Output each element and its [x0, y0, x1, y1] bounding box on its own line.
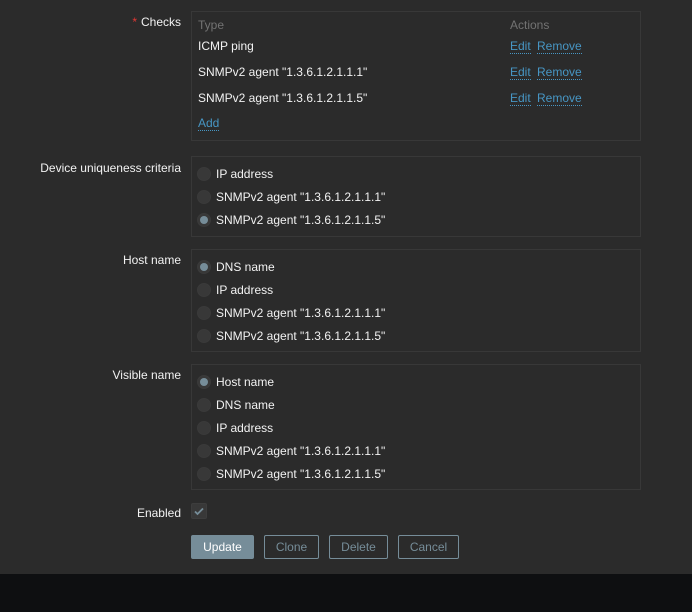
visible-name-label: Visible name: [112, 368, 181, 382]
remove-link[interactable]: Remove: [537, 39, 582, 54]
edit-link[interactable]: Edit: [510, 39, 531, 54]
radio-option[interactable]: SNMPv2 agent "1.3.6.1.2.1.1.5": [197, 327, 385, 345]
radio-option[interactable]: DNS name: [197, 396, 275, 414]
clone-button[interactable]: Clone: [264, 535, 319, 559]
remove-link[interactable]: Remove: [537, 65, 582, 80]
col-type: Type: [198, 18, 225, 32]
radio-button[interactable]: [197, 444, 211, 458]
radio-option[interactable]: IP address: [197, 281, 273, 299]
radio-option[interactable]: IP address: [197, 165, 273, 183]
radio-option[interactable]: DNS name: [197, 258, 275, 276]
radio-label: SNMPv2 agent "1.3.6.1.2.1.1.1": [216, 190, 386, 204]
cancel-button[interactable]: Cancel: [398, 535, 459, 559]
radio-button[interactable]: [197, 213, 211, 227]
radio-button[interactable]: [197, 329, 211, 343]
page-footer: [0, 574, 692, 612]
radio-button[interactable]: [197, 283, 211, 297]
radio-option[interactable]: IP address: [197, 419, 273, 437]
radio-option[interactable]: SNMPv2 agent "1.3.6.1.2.1.1.5": [197, 465, 385, 483]
radio-label: IP address: [216, 167, 274, 181]
radio-button[interactable]: [197, 306, 211, 320]
radio-button[interactable]: [197, 167, 211, 181]
radio-button[interactable]: [197, 190, 211, 204]
radio-label: Host name: [216, 375, 275, 389]
radio-label: SNMPv2 agent "1.3.6.1.2.1.1.1": [216, 444, 386, 458]
radio-label: SNMPv2 agent "1.3.6.1.2.1.1.5": [216, 329, 386, 343]
checks-table: Type Actions ICMP ping Edit Remove SNMPv…: [191, 11, 641, 141]
radio-button[interactable]: [197, 260, 211, 274]
radio-button[interactable]: [197, 467, 211, 481]
update-button[interactable]: Update: [191, 535, 254, 559]
enabled-checkbox[interactable]: [191, 503, 207, 519]
radio-option[interactable]: SNMPv2 agent "1.3.6.1.2.1.1.5": [197, 211, 385, 229]
radio-option[interactable]: SNMPv2 agent "1.3.6.1.2.1.1.1": [197, 442, 385, 460]
radio-button[interactable]: [197, 398, 211, 412]
checkmark-icon: [194, 507, 204, 516]
edit-link[interactable]: Edit: [510, 91, 531, 106]
radio-label: SNMPv2 agent "1.3.6.1.2.1.1.5": [216, 213, 386, 227]
radio-button[interactable]: [197, 421, 211, 435]
radio-label: IP address: [216, 421, 274, 435]
radio-label: DNS name: [216, 260, 275, 274]
radio-label: SNMPv2 agent "1.3.6.1.2.1.1.1": [216, 306, 386, 320]
remove-link[interactable]: Remove: [537, 91, 582, 106]
radio-label: IP address: [216, 283, 274, 297]
uniqueness-radio-group: IP address SNMPv2 agent "1.3.6.1.2.1.1.1"…: [191, 156, 641, 237]
uniqueness-label: Device uniqueness criteria: [40, 161, 181, 175]
radio-option[interactable]: SNMPv2 agent "1.3.6.1.2.1.1.1": [197, 304, 385, 322]
host-name-label: Host name: [122, 253, 181, 267]
radio-label: SNMPv2 agent "1.3.6.1.2.1.1.5": [216, 467, 386, 481]
radio-label: DNS name: [216, 398, 275, 412]
radio-option[interactable]: Host name: [197, 373, 274, 391]
radio-button[interactable]: [197, 375, 211, 389]
enabled-label: Enabled: [136, 506, 181, 520]
checks-label: * Checks: [132, 15, 181, 29]
radio-option[interactable]: SNMPv2 agent "1.3.6.1.2.1.1.1": [197, 188, 385, 206]
col-actions: Actions: [510, 18, 550, 32]
host-name-radio-group: DNS name IP address SNMPv2 agent "1.3.6.1.…: [191, 249, 641, 352]
visible-name-radio-group: Host name DNS name IP address SNMPv2 agent …: [191, 364, 641, 490]
delete-button[interactable]: Delete: [329, 535, 388, 559]
add-check-link[interactable]: Add: [198, 116, 220, 131]
edit-link[interactable]: Edit: [510, 65, 531, 80]
